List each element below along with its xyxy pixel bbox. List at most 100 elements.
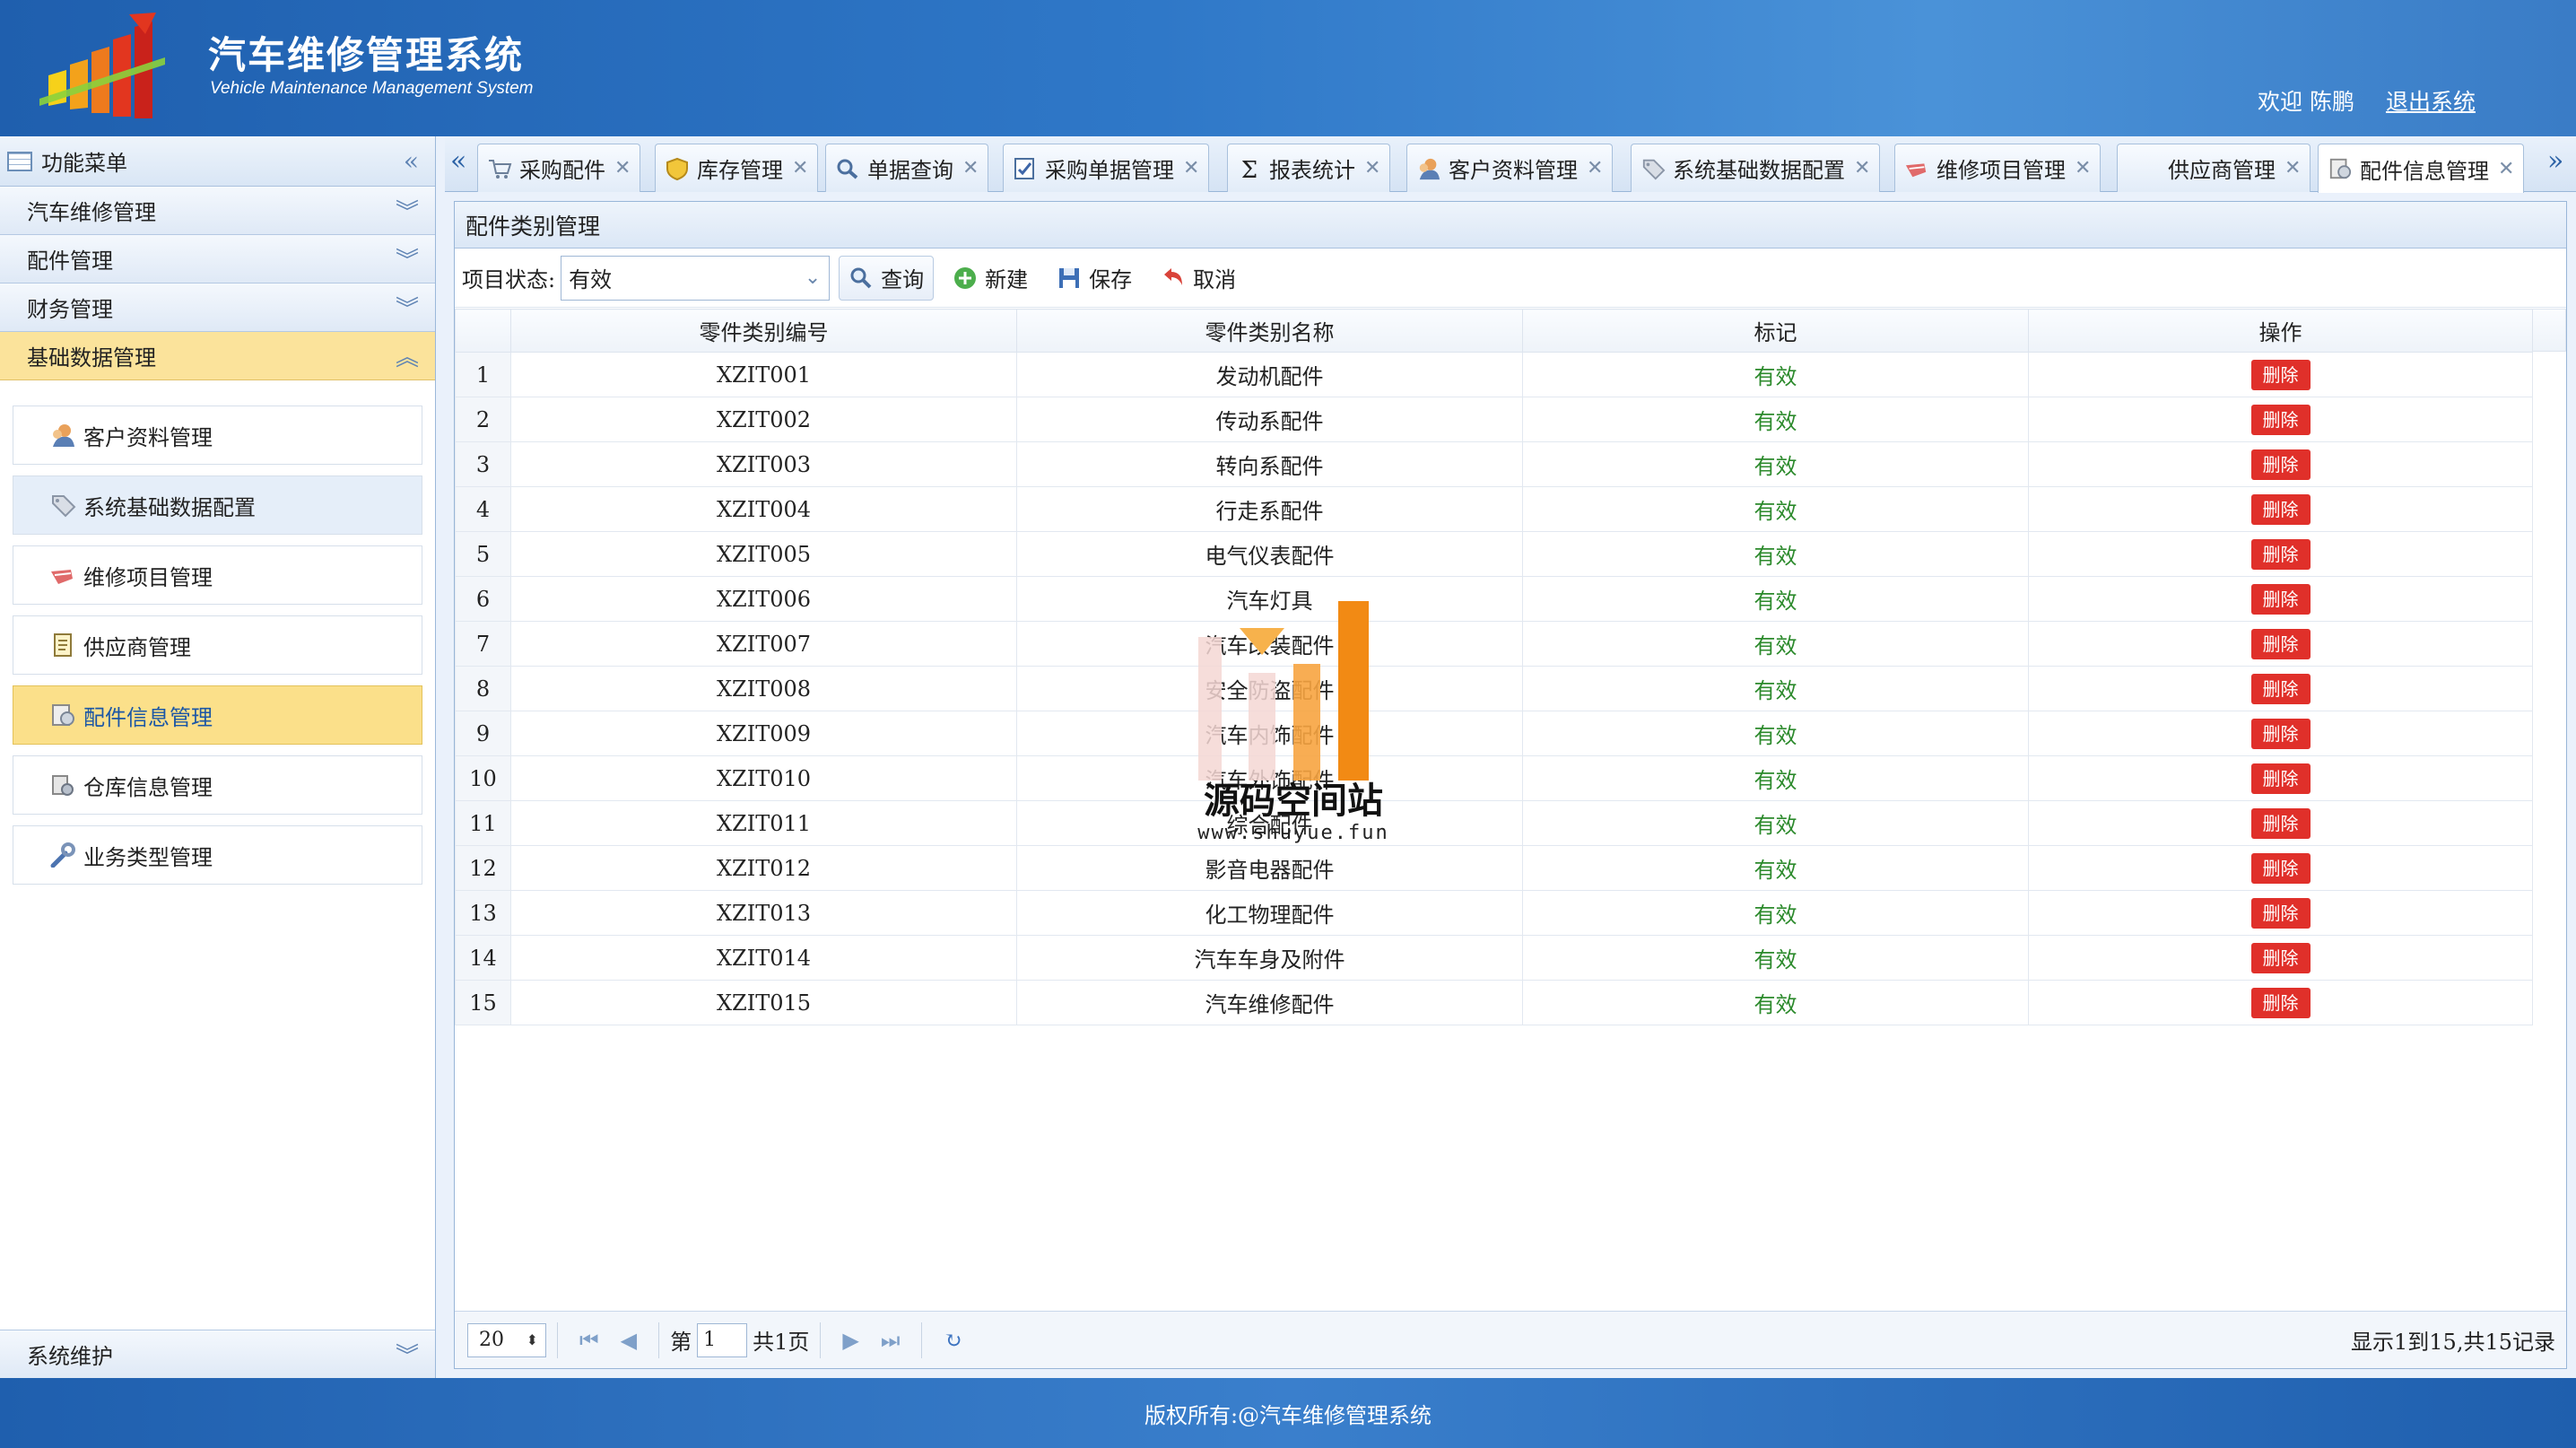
sidebar-item-supplier[interactable]: 供应商管理 <box>13 615 422 675</box>
sidebar-item-repair-project[interactable]: 维修项目管理 <box>13 545 422 605</box>
delete-button[interactable]: 删除 <box>2250 583 2311 615</box>
delete-button[interactable]: 删除 <box>2250 359 2311 390</box>
delete-button[interactable]: 删除 <box>2250 493 2311 525</box>
last-page-icon[interactable]: ⏭ <box>881 1328 901 1353</box>
close-icon[interactable]: ✕ <box>1854 157 1870 179</box>
sidebar-group-base-data[interactable]: 基础数据管理 ︽ <box>0 332 435 380</box>
sidebar-item-parts-info[interactable]: 配件信息管理 <box>13 685 422 745</box>
action-cell: 删除 <box>2028 845 2533 891</box>
delete-button[interactable]: 删除 <box>2250 404 2311 435</box>
table-row[interactable]: 9 XZIT009 汽车内饰配件 有效 删除 <box>455 711 2533 756</box>
table-row[interactable]: 2 XZIT002 传动系配件 有效 删除 <box>455 397 2533 442</box>
sidebar-item-label: 系统基础数据配置 <box>83 494 256 520</box>
refresh-icon[interactable]: ↻ <box>944 1328 962 1353</box>
table-row[interactable]: 10 XZIT010 汽车外饰配件 有效 删除 <box>455 755 2533 801</box>
first-page-icon[interactable]: ⏮ <box>579 1328 599 1353</box>
row-number-cell: 13 <box>455 890 511 936</box>
sidebar-group-finance[interactable]: 财务管理 ︾ <box>0 283 435 332</box>
table-row[interactable]: 3 XZIT003 转向系配件 有效 删除 <box>455 441 2533 487</box>
sidebar: 功能菜单 « 汽车维修管理 ︾ 配件管理 ︾ 财务管理 ︾ 基础数据管理 ︽ 客… <box>0 136 436 1378</box>
table-row[interactable]: 15 XZIT015 汽车维修配件 有效 删除 <box>455 980 2533 1025</box>
tab-purchase-parts[interactable]: 采购配件 ✕ <box>477 144 641 192</box>
delete-button[interactable]: 删除 <box>2250 538 2311 570</box>
row-number-cell: 12 <box>455 845 511 891</box>
tab-system-config[interactable]: 系统基础数据配置 ✕ <box>1631 144 1881 192</box>
page-size-select[interactable]: 20 ⬍ <box>467 1322 546 1357</box>
action-cell: 删除 <box>2028 576 2533 622</box>
sidebar-item-business-type[interactable]: 业务类型管理 <box>13 825 422 885</box>
tab-report-statistics[interactable]: Σ 报表统计 ✕ <box>1227 144 1391 192</box>
tab-supplier[interactable]: 供应商管理 ✕ <box>2117 144 2311 192</box>
record-info: 显示1到15,共15记录 <box>2351 1330 2555 1355</box>
table-row[interactable]: 1 XZIT001 发动机配件 有效 删除 <box>455 352 2533 397</box>
flag-cell: 有效 <box>1522 441 2029 487</box>
table-row[interactable]: 13 XZIT013 化工物理配件 有效 删除 <box>455 890 2533 936</box>
sidebar-group-parts[interactable]: 配件管理 ︾ <box>0 235 435 283</box>
status-filter-select[interactable]: 有效 ⌄ <box>561 255 831 301</box>
close-icon[interactable]: ✕ <box>614 157 631 179</box>
sidebar-item-warehouse[interactable]: 仓库信息管理 <box>13 755 422 815</box>
tab-document-query[interactable]: 单据查询 ✕ <box>825 144 989 192</box>
close-icon[interactable]: ✕ <box>962 157 979 179</box>
delete-button[interactable]: 删除 <box>2250 942 2311 973</box>
tab-scroll-left-icon[interactable]: « <box>450 145 466 177</box>
new-button[interactable]: 新建 <box>943 256 1038 301</box>
row-number-cell: 15 <box>455 980 511 1025</box>
column-header-flag[interactable]: 标记 <box>1522 309 2029 353</box>
save-button[interactable]: 保存 <box>1047 256 1142 301</box>
delete-button[interactable]: 删除 <box>2250 852 2311 884</box>
tab-scroll-right-icon[interactable]: » <box>2547 145 2563 177</box>
tab-purchase-documents[interactable]: 采购单据管理 ✕ <box>1003 144 1210 192</box>
query-button[interactable]: 查询 <box>839 255 935 301</box>
table-row[interactable]: 5 XZIT005 电气仪表配件 有效 删除 <box>455 531 2533 577</box>
close-icon[interactable]: ✕ <box>1364 157 1380 179</box>
tab-parts-info[interactable]: 配件信息管理 ✕ <box>2318 144 2525 193</box>
table-row[interactable]: 14 XZIT014 汽车车身及附件 有效 删除 <box>455 935 2533 981</box>
table-row[interactable]: 11 XZIT011 综合配件 有效 删除 <box>455 800 2533 846</box>
delete-button[interactable]: 删除 <box>2250 628 2311 659</box>
collapse-sidebar-icon[interactable]: « <box>404 146 419 176</box>
delete-button[interactable]: 删除 <box>2250 673 2311 704</box>
table-row[interactable]: 4 XZIT004 行走系配件 有效 删除 <box>455 486 2533 532</box>
tab-repair-project[interactable]: 维修项目管理 ✕ <box>1894 144 2102 192</box>
cancel-label: 取消 <box>1193 267 1237 292</box>
table-row[interactable]: 7 XZIT007 汽车改装配件 有效 删除 <box>455 621 2533 667</box>
close-icon[interactable]: ✕ <box>1587 157 1603 179</box>
column-header-name[interactable]: 零件类别名称 <box>1016 309 1523 353</box>
close-icon[interactable]: ✕ <box>2075 157 2091 179</box>
tab-inventory[interactable]: 库存管理 ✕ <box>655 144 819 192</box>
table-row[interactable]: 12 XZIT012 影音电器配件 有效 删除 <box>455 845 2533 891</box>
action-cell: 删除 <box>2028 531 2533 577</box>
close-icon[interactable]: ✕ <box>2498 158 2514 180</box>
sidebar-group-vehicle-repair[interactable]: 汽车维修管理 ︾ <box>0 187 435 235</box>
sidebar-item-label: 配件信息管理 <box>83 704 213 730</box>
wrench-icon <box>50 842 75 868</box>
close-icon[interactable]: ✕ <box>792 157 808 179</box>
delete-button[interactable]: 删除 <box>2250 897 2311 929</box>
column-header-action[interactable]: 操作 <box>2028 309 2533 353</box>
delete-button[interactable]: 删除 <box>2250 763 2311 794</box>
prev-page-icon[interactable]: ◀ <box>621 1328 637 1353</box>
sidebar-item-label: 维修项目管理 <box>83 564 213 590</box>
cancel-button[interactable]: 取消 <box>1151 256 1246 301</box>
page-total: 共1页 <box>753 1330 810 1355</box>
table-row[interactable]: 6 XZIT006 汽车灯具 有效 删除 <box>455 576 2533 622</box>
sidebar-item-customer[interactable]: 客户资料管理 <box>13 406 422 465</box>
column-header-code[interactable]: 零件类别编号 <box>510 309 1017 353</box>
delete-button[interactable]: 删除 <box>2250 718 2311 749</box>
delete-button[interactable]: 删除 <box>2250 449 2311 480</box>
delete-button[interactable]: 删除 <box>2250 987 2311 1018</box>
app-header: 汽车维修管理系统 Vehicle Maintenance Management … <box>0 0 2576 136</box>
logout-link[interactable]: 退出系统 <box>2386 84 2476 117</box>
table-row[interactable]: 8 XZIT008 安全防盗配件 有效 删除 <box>455 666 2533 711</box>
delete-button[interactable]: 删除 <box>2250 807 2311 839</box>
close-icon[interactable]: ✕ <box>2284 157 2301 179</box>
sidebar-item-system-config[interactable]: 系统基础数据配置 <box>13 475 422 535</box>
tab-label: 供应商管理 <box>2168 158 2276 183</box>
page-number-input[interactable]: 1 <box>697 1322 748 1357</box>
code-cell: XZIT003 <box>510 441 1017 487</box>
next-page-icon[interactable]: ▶ <box>842 1328 858 1353</box>
close-icon[interactable]: ✕ <box>1183 157 1199 179</box>
sidebar-group-system-maintenance[interactable]: 系统维护 ︾ <box>0 1330 435 1378</box>
tab-customer-management[interactable]: 客户资料管理 ✕ <box>1406 144 1614 192</box>
